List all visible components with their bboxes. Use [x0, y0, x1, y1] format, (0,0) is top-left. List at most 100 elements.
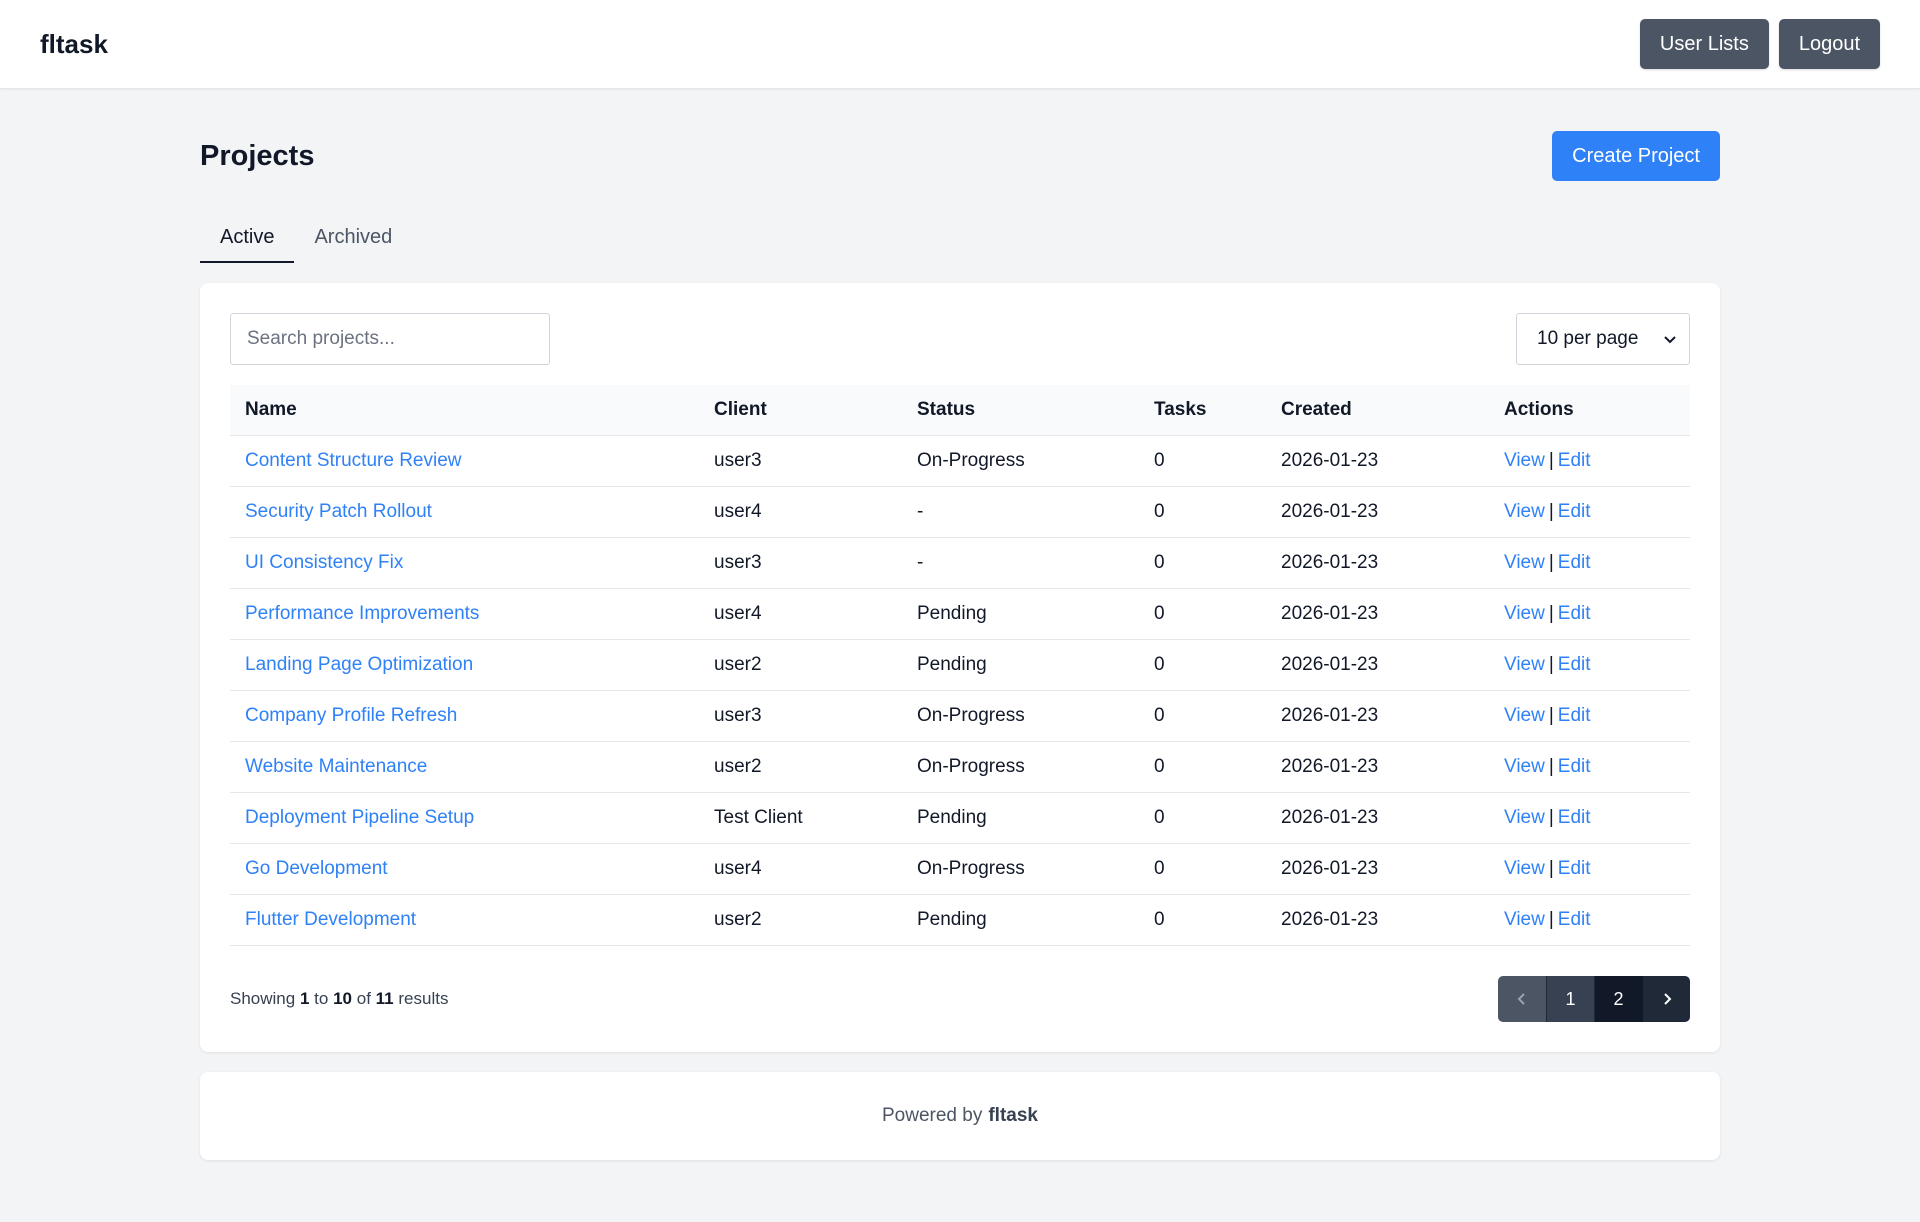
page-2-button[interactable]: 2	[1594, 976, 1642, 1022]
edit-link[interactable]: Edit	[1558, 858, 1591, 879]
status-cell: Pending	[902, 894, 1139, 946]
edit-link[interactable]: Edit	[1558, 450, 1591, 471]
chevron-left-icon	[1517, 993, 1525, 1005]
results-summary: Showing 1 to 10 of 11 results	[230, 989, 448, 1009]
powered-by-label: Powered by	[882, 1105, 983, 1126]
client-cell: user3	[699, 690, 902, 742]
created-cell: 2026-01-23	[1266, 588, 1489, 640]
project-name-link[interactable]: Deployment Pipeline Setup	[245, 807, 474, 828]
view-link[interactable]: View	[1504, 909, 1545, 930]
table-row: Flutter Development user2 Pending 0 2026…	[230, 894, 1690, 946]
client-cell: user2	[699, 639, 902, 691]
top-navbar: fltask User Lists Logout	[0, 0, 1920, 89]
actions-cell: View | Edit	[1489, 435, 1690, 487]
created-cell: 2026-01-23	[1266, 843, 1489, 895]
column-header-status[interactable]: Status	[902, 385, 1139, 436]
tasks-cell: 0	[1139, 588, 1266, 640]
tab-active[interactable]: Active	[200, 215, 295, 263]
project-name-link[interactable]: Go Development	[245, 858, 388, 879]
edit-link[interactable]: Edit	[1558, 807, 1591, 828]
project-name-link[interactable]: Flutter Development	[245, 909, 416, 930]
pagination: 1 2	[1498, 976, 1690, 1022]
project-tabs: Active Archived	[200, 215, 1720, 263]
column-header-client[interactable]: Client	[699, 385, 902, 436]
of-label: of	[356, 989, 371, 1008]
tasks-cell: 0	[1139, 435, 1266, 487]
view-link[interactable]: View	[1504, 450, 1545, 471]
created-cell: 2026-01-23	[1266, 894, 1489, 946]
tasks-cell: 0	[1139, 486, 1266, 538]
view-link[interactable]: View	[1504, 501, 1545, 522]
previous-page-button[interactable]	[1498, 976, 1546, 1022]
site-footer: Powered by fltask	[200, 1072, 1720, 1160]
actions-cell: View | Edit	[1489, 894, 1690, 946]
view-link[interactable]: View	[1504, 603, 1545, 624]
project-name-link[interactable]: UI Consistency Fix	[245, 552, 403, 573]
page-1-button[interactable]: 1	[1546, 976, 1594, 1022]
view-link[interactable]: View	[1504, 756, 1545, 777]
actions-cell: View | Edit	[1489, 843, 1690, 895]
project-name-link[interactable]: Landing Page Optimization	[245, 654, 473, 675]
table-row: Performance Improvements user4 Pending 0…	[230, 588, 1690, 640]
brand-logo[interactable]: fltask	[40, 29, 108, 60]
edit-link[interactable]: Edit	[1558, 756, 1591, 777]
edit-link[interactable]: Edit	[1558, 909, 1591, 930]
table-row: Go Development user4 On-Progress 0 2026-…	[230, 843, 1690, 895]
tab-archived[interactable]: Archived	[294, 215, 412, 263]
main-container: Projects Create Project Active Archived …	[200, 131, 1720, 1160]
client-cell: user4	[699, 588, 902, 640]
created-cell: 2026-01-23	[1266, 486, 1489, 538]
tasks-cell: 0	[1139, 792, 1266, 844]
project-name-link[interactable]: Content Structure Review	[245, 450, 462, 471]
tasks-cell: 0	[1139, 741, 1266, 793]
status-cell: On-Progress	[902, 435, 1139, 487]
edit-link[interactable]: Edit	[1558, 501, 1591, 522]
chevron-right-icon	[1663, 993, 1671, 1005]
client-cell: user3	[699, 537, 902, 589]
action-separator: |	[1548, 909, 1554, 930]
view-link[interactable]: View	[1504, 654, 1545, 675]
client-cell: Test Client	[699, 792, 902, 844]
user-lists-button[interactable]: User Lists	[1639, 19, 1769, 69]
edit-link[interactable]: Edit	[1558, 654, 1591, 675]
view-link[interactable]: View	[1504, 807, 1545, 828]
edit-link[interactable]: Edit	[1558, 705, 1591, 726]
page-title: Projects	[200, 139, 315, 172]
card-toolbar: 10 per page	[230, 313, 1690, 365]
search-input[interactable]	[230, 313, 550, 365]
project-name-link[interactable]: Website Maintenance	[245, 756, 427, 777]
per-page-value: 10 per page	[1537, 328, 1639, 349]
edit-link[interactable]: Edit	[1558, 552, 1591, 573]
view-link[interactable]: View	[1504, 705, 1545, 726]
status-cell: On-Progress	[902, 843, 1139, 895]
action-separator: |	[1548, 450, 1554, 471]
next-page-button[interactable]	[1642, 976, 1690, 1022]
created-cell: 2026-01-23	[1266, 537, 1489, 589]
column-header-created[interactable]: Created	[1266, 385, 1489, 436]
action-separator: |	[1548, 501, 1554, 522]
view-link[interactable]: View	[1504, 858, 1545, 879]
tasks-cell: 0	[1139, 537, 1266, 589]
client-cell: user4	[699, 486, 902, 538]
results-label: results	[398, 989, 449, 1008]
per-page-select[interactable]: 10 per page	[1516, 313, 1690, 365]
client-cell: user2	[699, 741, 902, 793]
project-name-link[interactable]: Security Patch Rollout	[245, 501, 432, 522]
project-name-link[interactable]: Company Profile Refresh	[245, 705, 457, 726]
created-cell: 2026-01-23	[1266, 639, 1489, 691]
column-header-name[interactable]: Name	[230, 385, 699, 436]
edit-link[interactable]: Edit	[1558, 603, 1591, 624]
table-footer: Showing 1 to 10 of 11 results 1 2	[230, 976, 1690, 1022]
status-cell: -	[902, 486, 1139, 538]
create-project-button[interactable]: Create Project	[1552, 131, 1720, 181]
client-cell: user3	[699, 435, 902, 487]
view-link[interactable]: View	[1504, 552, 1545, 573]
logout-button[interactable]: Logout	[1778, 19, 1880, 69]
status-cell: Pending	[902, 588, 1139, 640]
project-name-link[interactable]: Performance Improvements	[245, 603, 479, 624]
tasks-cell: 0	[1139, 894, 1266, 946]
actions-cell: View | Edit	[1489, 588, 1690, 640]
action-separator: |	[1548, 552, 1554, 573]
projects-card: 10 per page Name Client Status Tasks Cre…	[200, 283, 1720, 1052]
column-header-tasks[interactable]: Tasks	[1139, 385, 1266, 436]
